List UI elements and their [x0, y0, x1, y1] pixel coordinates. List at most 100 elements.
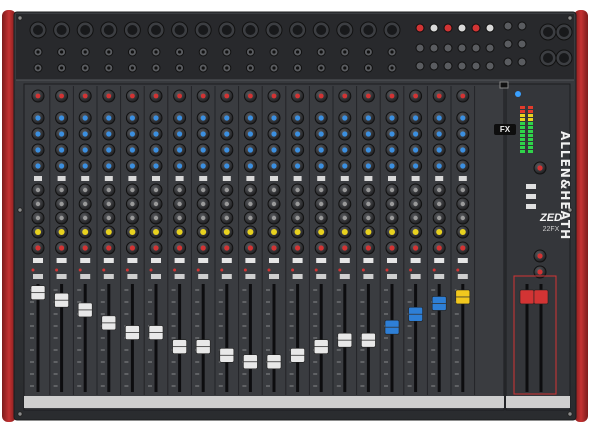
eq-knob-cap	[295, 147, 301, 153]
stereo-input-jack[interactable]	[485, 43, 495, 53]
mute-button[interactable]	[316, 258, 327, 263]
eq-switch[interactable]	[128, 176, 137, 181]
mute-button[interactable]	[33, 258, 43, 263]
master-switch[interactable]	[526, 204, 536, 209]
pfl-button[interactable]	[56, 274, 67, 279]
pfl-button[interactable]	[33, 274, 43, 279]
mute-button[interactable]	[434, 258, 445, 263]
pfl-button[interactable]	[221, 274, 232, 279]
eq-switch[interactable]	[364, 176, 373, 181]
stereo-input-jack[interactable]	[457, 61, 467, 71]
pfl-button[interactable]	[316, 274, 327, 279]
pfl-button[interactable]	[410, 274, 421, 279]
peak-led	[31, 268, 35, 272]
mute-button[interactable]	[410, 258, 421, 263]
mute-button[interactable]	[387, 258, 397, 263]
pfl-button[interactable]	[245, 274, 256, 279]
xlr-output-hole	[543, 53, 553, 63]
rca-socket[interactable]	[457, 23, 467, 33]
master-fader-cap[interactable]	[533, 289, 549, 305]
pfl-button[interactable]	[339, 274, 350, 279]
eq-switch[interactable]	[340, 176, 349, 181]
stereo-input-jack[interactable]	[457, 43, 467, 53]
level-meter-segment	[528, 126, 533, 129]
pfl-button[interactable]	[127, 274, 138, 279]
pfl-button[interactable]	[103, 274, 114, 279]
eq-switch[interactable]	[270, 176, 278, 181]
rca-socket[interactable]	[485, 23, 495, 33]
mute-button[interactable]	[292, 258, 303, 263]
eq-switch[interactable]	[317, 176, 326, 181]
eq-switch[interactable]	[34, 176, 42, 181]
master-switch[interactable]	[526, 194, 536, 199]
mute-button[interactable]	[56, 258, 67, 263]
master-knob-cap	[537, 253, 543, 259]
eq-knob-cap	[247, 147, 253, 153]
usb-port[interactable]	[499, 81, 509, 89]
mute-button[interactable]	[80, 258, 91, 263]
output-jack[interactable]	[517, 39, 527, 49]
eq-switch[interactable]	[152, 176, 160, 181]
eq-switch[interactable]	[458, 176, 467, 181]
mute-button[interactable]	[221, 258, 232, 263]
mute-button[interactable]	[103, 258, 114, 263]
eq-switch[interactable]	[435, 176, 444, 181]
mute-button[interactable]	[198, 258, 209, 263]
pfl-button[interactable]	[80, 274, 91, 279]
eq-switch[interactable]	[293, 176, 302, 181]
pfl-button[interactable]	[151, 274, 161, 279]
fader-slot	[248, 284, 252, 392]
eq-switch[interactable]	[222, 176, 231, 181]
output-jack[interactable]	[517, 57, 527, 67]
eq-knob-cap	[436, 131, 442, 137]
eq-switch[interactable]	[57, 176, 66, 181]
pfl-button[interactable]	[198, 274, 209, 279]
stereo-input-jack[interactable]	[429, 43, 439, 53]
mute-button[interactable]	[457, 258, 468, 263]
pfl-button[interactable]	[457, 274, 468, 279]
stereo-input-jack[interactable]	[443, 61, 453, 71]
pfl-button[interactable]	[174, 274, 185, 279]
master-switch[interactable]	[526, 184, 536, 189]
eq-switch[interactable]	[246, 176, 255, 181]
eq-knob-cap	[106, 147, 112, 153]
eq-switch[interactable]	[175, 176, 184, 181]
mute-button[interactable]	[151, 258, 161, 263]
stereo-input-jack[interactable]	[415, 43, 425, 53]
stereo-input-jack[interactable]	[443, 43, 453, 53]
stereo-input-jack[interactable]	[471, 43, 481, 53]
output-jack[interactable]	[503, 39, 513, 49]
rca-socket[interactable]	[429, 23, 439, 33]
stereo-input-jack[interactable]	[415, 61, 425, 71]
pfl-button[interactable]	[434, 274, 445, 279]
eq-switch[interactable]	[388, 176, 396, 181]
eq-switch[interactable]	[411, 176, 420, 181]
stereo-input-jack[interactable]	[429, 61, 439, 71]
pfl-button[interactable]	[292, 274, 303, 279]
pfl-button[interactable]	[269, 274, 279, 279]
eq-switch[interactable]	[81, 176, 90, 181]
stereo-input-jack[interactable]	[471, 61, 481, 71]
rca-socket[interactable]	[443, 23, 453, 33]
pfl-button[interactable]	[363, 274, 374, 279]
aux-knob-cap	[389, 215, 395, 221]
level-meter-segment	[520, 122, 525, 125]
output-jack[interactable]	[503, 21, 513, 31]
eq-knob-cap	[318, 115, 324, 121]
eq-switch[interactable]	[199, 176, 208, 181]
master-fader-cap[interactable]	[519, 289, 535, 305]
pfl-button[interactable]	[387, 274, 397, 279]
rca-socket[interactable]	[471, 23, 481, 33]
rca-socket[interactable]	[415, 23, 425, 33]
aux-knob-cap	[366, 187, 371, 193]
mute-button[interactable]	[339, 258, 350, 263]
eq-switch[interactable]	[104, 176, 113, 181]
output-jack[interactable]	[517, 21, 527, 31]
mute-button[interactable]	[363, 258, 374, 263]
mute-button[interactable]	[174, 258, 185, 263]
mute-button[interactable]	[245, 258, 256, 263]
stereo-input-jack[interactable]	[485, 61, 495, 71]
mute-button[interactable]	[269, 258, 279, 263]
output-jack[interactable]	[503, 57, 513, 67]
mute-button[interactable]	[127, 258, 138, 263]
